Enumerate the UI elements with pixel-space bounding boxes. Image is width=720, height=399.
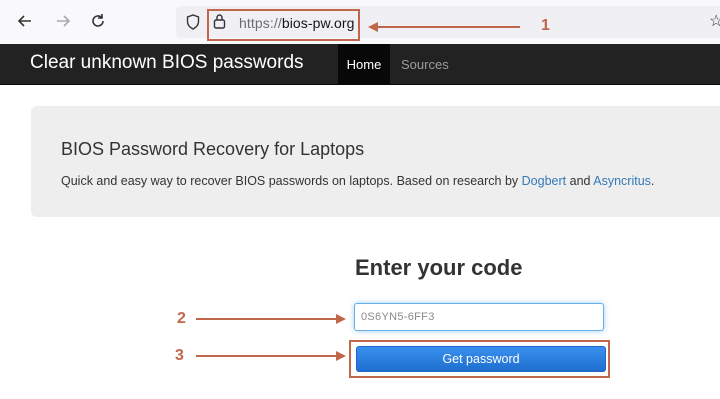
annotation-marker-1: 1 <box>541 17 550 34</box>
annotation-marker-2: 2 <box>177 310 186 327</box>
annotation-marker-3: 3 <box>175 347 184 364</box>
annotation-arrows <box>196 22 520 361</box>
